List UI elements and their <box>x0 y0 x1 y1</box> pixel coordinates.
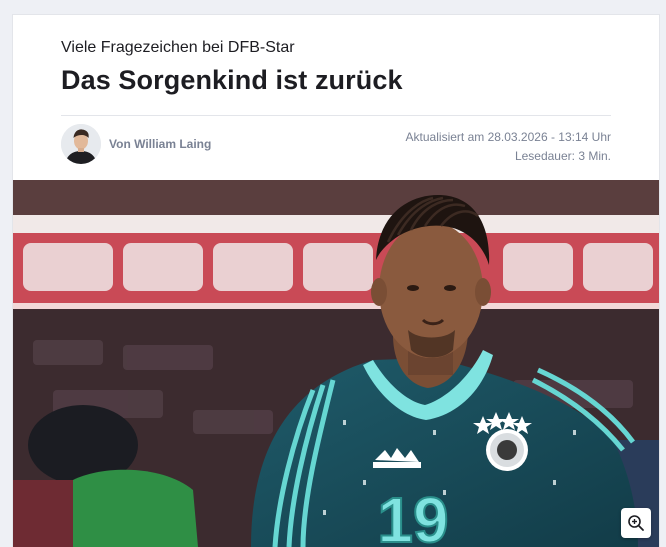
zoom-in-icon <box>628 515 644 531</box>
hero-image[interactable]: 19 <box>13 180 659 547</box>
zoom-button[interactable] <box>621 508 651 538</box>
jersey-number: 19 <box>377 484 448 547</box>
hero-photo: 19 <box>13 180 659 547</box>
article-headline: Das Sorgenkind ist zurück <box>61 65 403 95</box>
author-avatar[interactable] <box>61 124 101 164</box>
author-name-link[interactable]: Von William Laing <box>109 137 211 151</box>
header-divider <box>61 115 611 116</box>
article-kicker: Viele Fragezeichen bei DFB-Star <box>61 39 295 56</box>
reading-time: Lesedauer: 3 Min. <box>514 149 611 163</box>
updated-timestamp: Aktualisiert am 28.03.2026 - 13:14 Uhr <box>405 130 611 144</box>
article-card: Viele Fragezeichen bei DFB-Star Das Sorg… <box>12 14 660 547</box>
article-meta: Aktualisiert am 28.03.2026 - 13:14 Uhr L… <box>406 128 611 166</box>
author-avatar-image <box>61 124 101 164</box>
